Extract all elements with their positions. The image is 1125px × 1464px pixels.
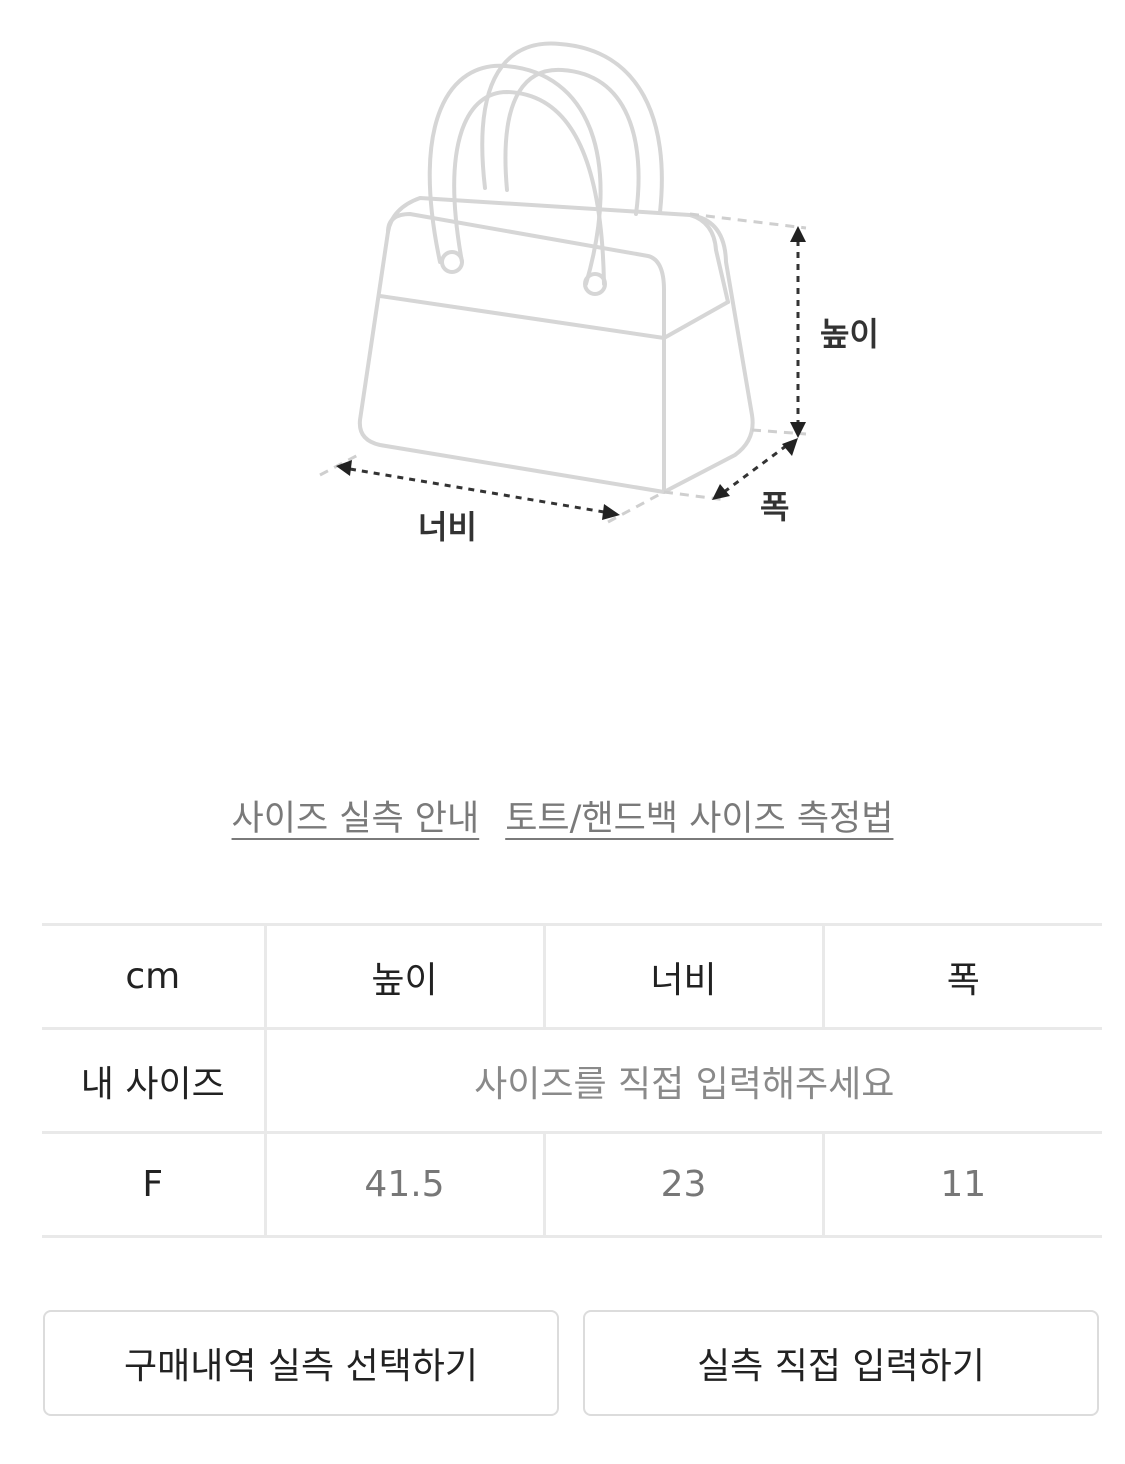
my-size-label: 내 사이즈 [42,1027,265,1134]
bag-size-diagram: 높이 너비 폭 [0,0,1125,620]
tote-measure-method-link[interactable]: 토트/핸드백 사이즈 측정법 [505,790,893,850]
size-guide-link[interactable]: 사이즈 실측 안내 [232,790,480,850]
size-name: F [42,1131,265,1238]
size-guide-links: 사이즈 실측 안내 토트/핸드백 사이즈 측정법 [0,790,1125,850]
width-header: 너비 [542,923,823,1030]
depth-header: 폭 [821,923,1102,1030]
height-header: 높이 [263,923,544,1030]
size-table: cm 높이 너비 폭 내 사이즈 사이즈를 직접 입력해주세요 F 41.5 2… [42,923,1102,1238]
table-header-row: cm 높이 너비 폭 [42,923,1102,1030]
my-size-row: 내 사이즈 사이즈를 직접 입력해주세요 [42,1027,1102,1134]
table-row: F 41.5 23 11 [42,1131,1102,1238]
tote-bag-illustration [357,41,755,494]
my-size-input-prompt[interactable]: 사이즈를 직접 입력해주세요 [263,1027,1102,1134]
height-value: 41.5 [263,1131,544,1238]
depth-label: 폭 [760,488,789,526]
depth-dimension-arrow [723,444,787,494]
width-label: 너비 [418,508,477,546]
width-value: 23 [542,1131,823,1238]
direct-measure-input-button[interactable]: 실측 직접 입력하기 [583,1310,1099,1416]
height-label: 높이 [820,315,879,353]
depth-value: 11 [821,1131,1102,1238]
purchase-history-measure-button[interactable]: 구매내역 실측 선택하기 [43,1310,559,1416]
unit-header: cm [42,923,265,1030]
